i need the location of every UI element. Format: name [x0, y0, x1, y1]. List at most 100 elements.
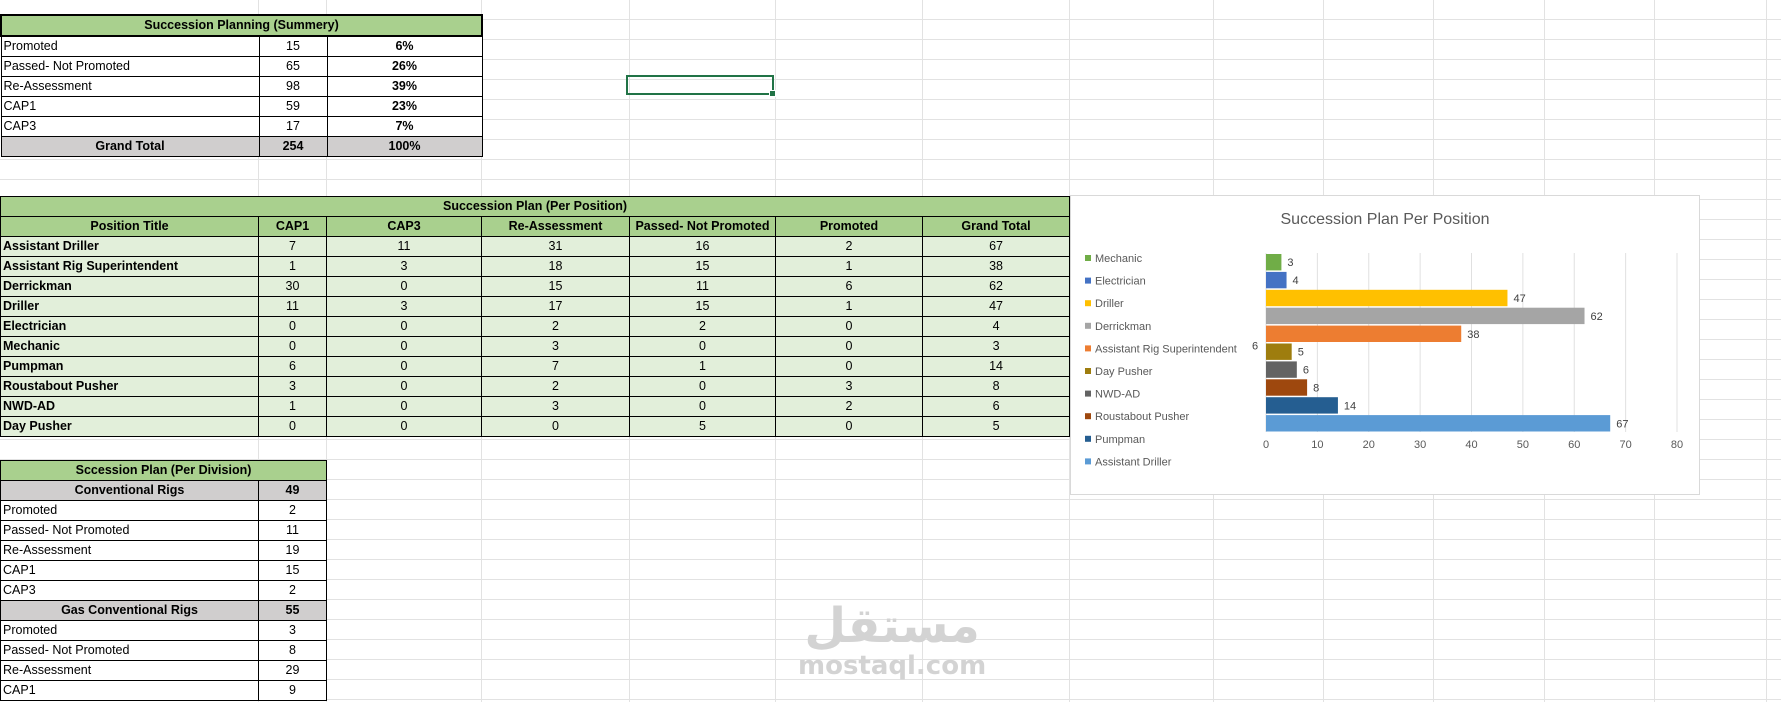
bar — [1266, 307, 1585, 325]
summary-pct: 39% — [326, 76, 483, 97]
position-value: 3 — [921, 336, 1071, 357]
bar-value-label: 47 — [1513, 293, 1525, 305]
column-header: CAP3 — [326, 216, 482, 237]
table-row: Passed- Not Promoted 65 26% — [0, 56, 483, 77]
legend-swatch — [1085, 255, 1091, 261]
legend-swatch — [1085, 300, 1091, 307]
division-row-label: Re-Assessment — [0, 660, 259, 681]
position-value: 1 — [775, 256, 923, 277]
division-title: Sccession Plan (Per Division) — [0, 460, 328, 481]
position-name: NWD-AD — [0, 396, 259, 417]
position-value: 6 — [775, 276, 923, 297]
legend-label: Driller — [1095, 298, 1124, 310]
bar — [1266, 254, 1282, 271]
position-value: 3 — [775, 376, 923, 397]
position-value: 2 — [629, 316, 776, 337]
position-value: 31 — [481, 236, 630, 257]
column-header: CAP1 — [258, 216, 327, 237]
position-value: 0 — [629, 396, 776, 417]
position-value: 7 — [481, 356, 630, 377]
bar-value-label: 5 — [1298, 347, 1304, 359]
summary-pct: 6% — [326, 35, 483, 57]
column-header: Passed- Not Promoted — [629, 216, 776, 237]
table-row: Assistant Rig Superintendent 1 3 18 15 1 38 — [0, 256, 1071, 277]
bar — [1266, 397, 1338, 414]
position-value: 18 — [481, 256, 630, 277]
position-value: 1 — [629, 356, 776, 377]
position-chart[interactable]: Succession Plan Per Position 0 10 20 30 40 50 6… — [1070, 195, 1700, 495]
division-group-row: Conventional Rigs 49 — [0, 480, 328, 501]
chart-title: Succession Plan Per Position — [1281, 211, 1490, 228]
grand-total-count: 254 — [258, 136, 328, 157]
position-value: 3 — [258, 376, 327, 397]
position-table: Succession Plan (Per Position) Position … — [0, 196, 1071, 437]
bar — [1266, 415, 1611, 432]
table-row: NWD-AD 1 0 3 0 2 6 — [0, 396, 1071, 417]
position-value: 0 — [775, 356, 923, 377]
table-row: Day Pusher 0 0 0 5 0 5 — [0, 416, 1071, 437]
division-row-label: Promoted — [0, 620, 259, 641]
position-name: Driller — [0, 296, 259, 317]
division-row-value: 29 — [257, 660, 328, 681]
position-name: Day Pusher — [0, 416, 259, 437]
summary-pct: 23% — [326, 96, 483, 117]
position-value: 3 — [481, 396, 630, 417]
position-value: 14 — [921, 356, 1071, 377]
x-tick-label: 50 — [1517, 439, 1529, 451]
grand-total-row: Grand Total 254 100% — [0, 136, 483, 157]
table-row: Passed- Not Promoted 8 — [0, 640, 328, 661]
division-row-label: CAP3 — [0, 580, 259, 601]
legend-label: Mechanic — [1095, 253, 1143, 265]
summary-title: Succession Planning (Summery) — [0, 14, 484, 37]
table-row: CAP3 2 — [0, 580, 328, 601]
position-name: Assistant Rig Superintendent — [0, 256, 259, 277]
position-value: 7 — [258, 236, 327, 257]
position-value: 15 — [481, 276, 630, 297]
column-header: Position Title — [0, 216, 259, 237]
bar-value-label: 67 — [1616, 418, 1628, 430]
position-value: 5 — [921, 416, 1071, 437]
table-row: Assistant Driller 7 11 31 16 2 67 — [0, 236, 1071, 257]
position-value: 0 — [326, 376, 482, 397]
legend-label: Roustabout Pusher — [1095, 411, 1190, 423]
position-value: 0 — [775, 316, 923, 337]
x-tick-label: 60 — [1568, 439, 1580, 451]
position-value: 0 — [258, 316, 327, 337]
watermark-latin: mostaql.com — [798, 651, 987, 681]
bar — [1266, 379, 1308, 396]
position-value: 17 — [481, 296, 630, 317]
legend-label: Assistant Rig Superintendent — [1095, 343, 1237, 355]
position-value: 2 — [775, 236, 923, 257]
table-row: Mechanic 0 0 3 0 0 3 — [0, 336, 1071, 357]
position-value: 16 — [629, 236, 776, 257]
position-value: 3 — [326, 296, 482, 317]
table-row: CAP1 9 — [0, 680, 328, 701]
summary-label: Promoted — [0, 35, 260, 57]
position-value: 15 — [629, 296, 776, 317]
selected-cell[interactable] — [626, 75, 776, 97]
table-row: Driller 11 3 17 15 1 47 — [0, 296, 1071, 317]
position-name: Mechanic — [0, 336, 259, 357]
table-row: CAP1 15 — [0, 560, 328, 581]
table-row: Re-Assessment 29 — [0, 660, 328, 681]
x-tick-label: 70 — [1620, 439, 1632, 451]
watermark-arabic: مستقل — [804, 598, 980, 654]
bar-value-label: 8 — [1313, 383, 1319, 395]
grand-total-label: Grand Total — [0, 136, 260, 157]
position-value: 0 — [326, 416, 482, 437]
chart-svg: Succession Plan Per Position 0 10 20 30 40 50 6… — [1085, 211, 1683, 468]
legend-swatch — [1085, 277, 1091, 284]
table-row: CAP3 17 7% — [0, 116, 483, 137]
legend-label: Electrician — [1095, 276, 1146, 288]
position-value: 2 — [775, 396, 923, 417]
position-value: 1 — [775, 296, 923, 317]
mostaql-watermark: مستقل mostaql.com — [798, 600, 986, 680]
legend-swatch — [1085, 413, 1091, 420]
position-name: Derrickman — [0, 276, 259, 297]
bar-value-label: 4 — [1293, 275, 1299, 287]
table-row: Electrician 0 0 2 2 0 4 — [0, 316, 1071, 337]
legend-swatch — [1085, 368, 1091, 374]
position-value: 15 — [629, 256, 776, 277]
summary-count: 15 — [258, 35, 328, 57]
position-value: 0 — [326, 276, 482, 297]
